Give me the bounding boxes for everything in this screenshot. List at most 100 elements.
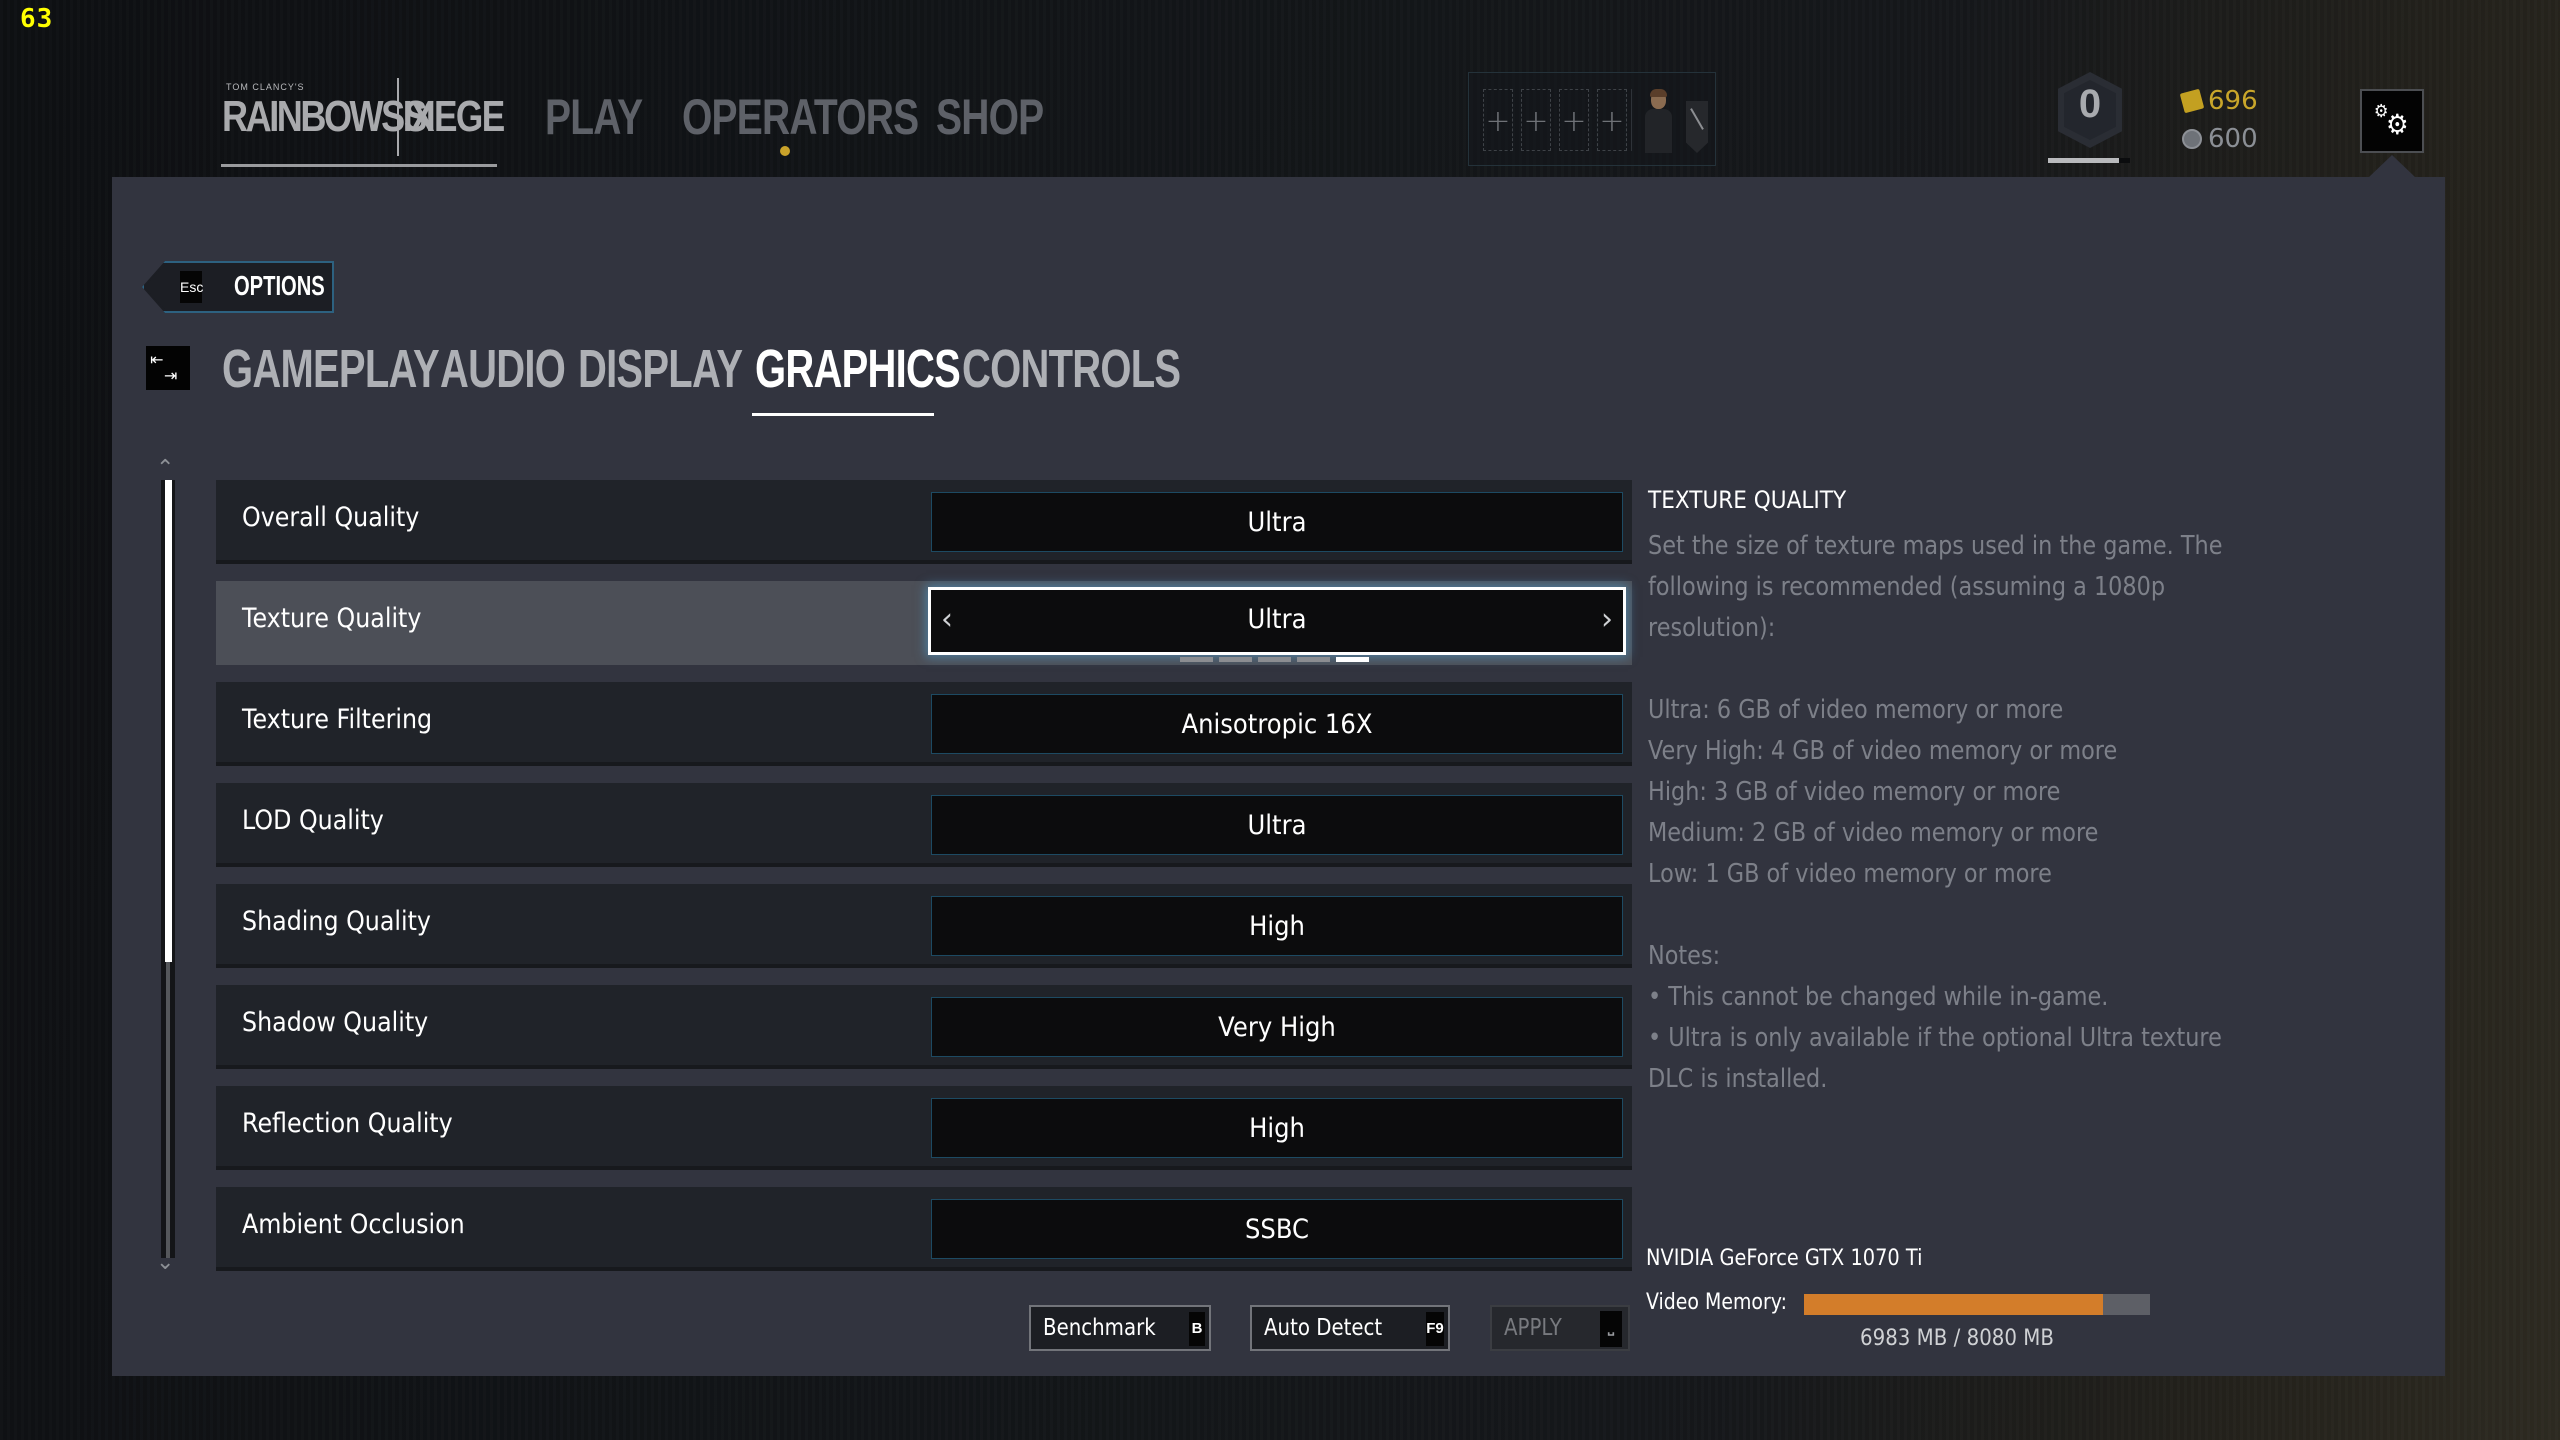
logo-title-left: RAINBOWSIX [222,92,434,141]
setting-row-shadow-quality[interactable]: Shadow Quality Very High [216,985,1632,1069]
setting-row-texture-filtering[interactable]: Texture Filtering Anisotropic 16X [216,682,1632,766]
setting-label: Shading Quality [242,906,431,937]
renown[interactable]: 600 [2182,124,2258,154]
squad-panel: + + + + [1468,72,1716,166]
setting-selector[interactable]: SSBC [931,1199,1623,1259]
scroll-up-chevron-icon[interactable]: ⌃ [156,456,174,481]
rank-progress-bar [2048,158,2130,163]
r6-credits[interactable]: 696 [2179,86,2258,116]
recommendation-line: Medium: 2 GB of video memory or more [1648,818,2099,848]
setting-value: SSBC [1244,1214,1310,1245]
recommendation-line: High: 3 GB of video memory or more [1648,777,2061,807]
game-logo[interactable]: TOM CLANCY'S RAINBOWSIX SIEGE [222,78,505,168]
apply-label: APPLY [1504,1315,1562,1341]
setting-label: Shadow Quality [242,1007,429,1038]
settings-pointer [2369,155,2415,177]
level-dot [1336,657,1369,662]
arrow-left-bar-icon: ⇤ [150,350,164,369]
setting-value: High [1249,911,1305,942]
logo-publisher: TOM CLANCY'S [226,82,305,92]
auto-detect-button[interactable]: Auto Detect F9 [1250,1305,1450,1351]
nav-operators[interactable]: OPERATORS [682,88,919,146]
setting-selector[interactable]: Ultra [931,795,1623,855]
squad-invite-slot[interactable]: + [1559,89,1589,151]
video-memory-usage: 6983 MB / 8080 MB [1860,1326,2054,1351]
video-memory-bar [1804,1294,2150,1315]
setting-row-overall-quality[interactable]: Overall Quality Ultra [216,480,1632,564]
description-line: resolution): [1648,613,1776,643]
benchmark-button[interactable]: Benchmark B [1029,1305,1211,1351]
level-indicator [1180,647,1375,662]
setting-row-shading-quality[interactable]: Shading Quality High [216,884,1632,968]
notes-list: • This cannot be changed while in-game. … [1648,977,2328,1100]
squad-invite-slot[interactable]: + [1597,89,1627,151]
tab-gameplay[interactable]: GAMEPLAY [222,338,440,400]
settings-button[interactable]: ⚙ ⚙ [2360,89,2424,153]
gpu-name: NVIDIA GeForce GTX 1070 Ti [1646,1246,1923,1271]
setting-selector[interactable]: ‹ Ultra › [928,587,1626,662]
level-dot [1297,657,1330,662]
scroll-down-chevron-icon[interactable]: ⌄ [156,1250,174,1275]
auto-detect-key-hint: F9 [1426,1312,1444,1346]
benchmark-label: Benchmark [1043,1315,1156,1341]
setting-row-lod-quality[interactable]: LOD Quality Ultra [216,783,1632,867]
plus-icon: + [1523,104,1549,139]
chevron-right-icon[interactable]: › [1601,602,1613,637]
tab-controls[interactable]: CONTROLS [962,338,1181,400]
credits-amount: 696 [2208,86,2258,116]
plus-icon: + [1485,104,1511,139]
setting-value: Ultra [1247,507,1307,538]
renown-coin-icon [2182,129,2202,149]
setting-selector[interactable]: Ultra [931,492,1623,552]
operators-notification-dot [780,146,790,156]
squad-divider [1631,89,1632,151]
logo-active-underline [221,164,497,167]
nav-shop[interactable]: SHOP [936,88,1044,146]
squad-invite-slot[interactable]: + [1483,89,1513,151]
description-title: TEXTURE QUALITY [1648,486,1847,514]
setting-selector[interactable]: High [931,896,1623,956]
options-back-button[interactable]: Esc OPTIONS [142,261,334,313]
graphics-settings-list: Overall Quality Ultra Texture Quality ‹ … [216,480,1632,1288]
rank-progress-fill [2048,158,2120,163]
recommendation-line: Low: 1 GB of video memory or more [1648,859,2052,889]
setting-label: Ambient Occlusion [242,1209,465,1240]
setting-value: Very High [1218,1012,1336,1043]
description-line: Set the size of texture maps used in the… [1648,531,2223,561]
logo-title-right: SIEGE [404,92,505,141]
tab-graphics[interactable]: GRAPHICS [755,338,961,400]
tab-display[interactable]: DISPLAY [578,338,743,400]
esc-key-hint: Esc [180,271,203,303]
charm-icon[interactable] [1686,101,1708,153]
level-dot [1219,657,1252,662]
scrollbar-thumb[interactable] [165,480,172,963]
tab-audio[interactable]: AUDIO [440,338,566,400]
fps-counter: 63 [20,4,54,34]
setting-row-reflection-quality[interactable]: Reflection Quality High [216,1086,1632,1170]
setting-label: Reflection Quality [242,1108,453,1139]
setting-selector[interactable]: Anisotropic 16X [931,694,1623,754]
chevron-left-icon[interactable]: ‹ [941,602,953,637]
rank-badge[interactable]: 0 [2052,70,2128,162]
squad-invite-slot[interactable]: + [1521,89,1551,151]
apply-button[interactable]: APPLY ⎵ [1490,1305,1630,1351]
nav-play[interactable]: PLAY [545,88,643,146]
setting-row-ambient-occlusion[interactable]: Ambient Occlusion SSBC [216,1187,1632,1271]
note-item: DLC is installed. [1648,1064,1828,1094]
setting-selector[interactable]: High [931,1098,1623,1158]
setting-label: Texture Quality [242,603,422,634]
player-avatar[interactable] [1644,89,1672,155]
active-tab-underline [752,413,934,416]
recommendation-line: Ultra: 6 GB of video memory or more [1648,695,2064,725]
plus-icon: + [1561,104,1587,139]
rank-level: 0 [2078,82,2102,126]
setting-description-panel: TEXTURE QUALITY Set the size of texture … [1648,486,2328,1100]
setting-row-texture-quality[interactable]: Texture Quality ‹ Ultra › [216,581,1632,665]
description-line: following is recommended (assuming a 108… [1648,572,2166,602]
collapse-menu-button[interactable]: ⇤ ⇥ [146,346,190,390]
spacebar-key-hint: ⎵ [1600,1311,1622,1347]
setting-selector[interactable]: Very High [931,997,1623,1057]
gear-icon: ⚙ [2386,108,2409,141]
setting-value: High [1249,1113,1305,1144]
options-title: OPTIONS [234,270,325,301]
